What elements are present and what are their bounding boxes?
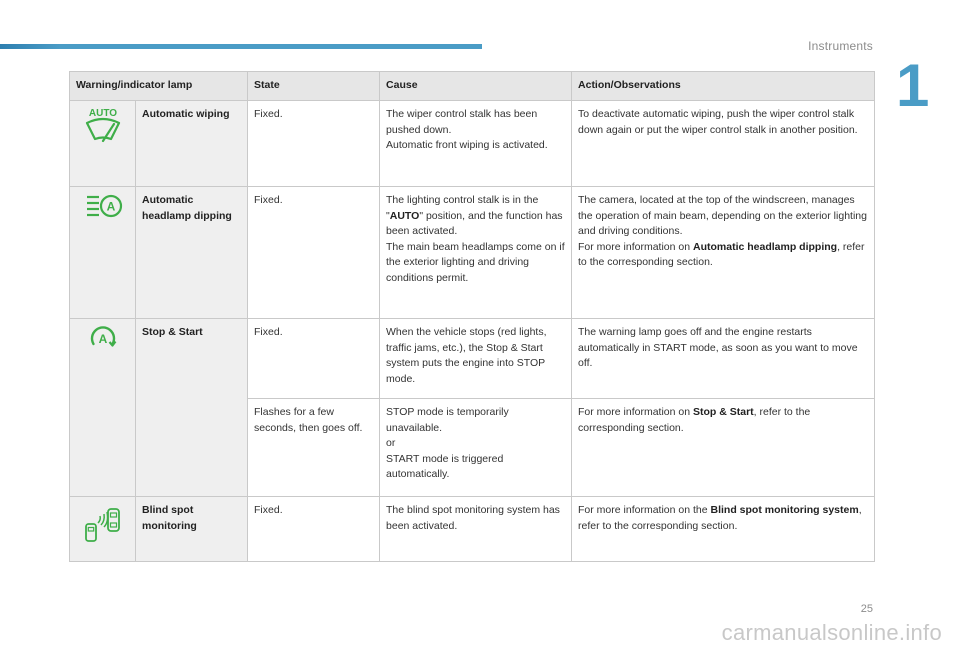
action-line: For more information on Automatic headla… xyxy=(578,240,868,271)
automatic-headlamp-dipping-icon: A xyxy=(86,194,122,218)
action-text: For more information on the xyxy=(578,504,711,516)
icon-cell: AUTO xyxy=(69,100,136,187)
action-cell: For more information on the Blind spot m… xyxy=(571,496,876,562)
header-state: State xyxy=(247,71,381,101)
lamp-name: Automatic wiping xyxy=(134,100,249,187)
cause-cell: The blind spot monitoring system has bee… xyxy=(379,496,573,562)
action-cell: The camera, located at the top of the wi… xyxy=(571,186,876,319)
cause-line: The wiper control stalk has been pushed … xyxy=(386,108,538,136)
cause-cell: The wiper control stalk has been pushed … xyxy=(379,100,573,187)
cause-line: or xyxy=(386,437,396,449)
cause-cell: STOP mode is temporarily unavailable. or… xyxy=(379,398,573,497)
header-cause: Cause xyxy=(379,71,573,101)
table-row: A Automatic headlamp dipping Fixed. The … xyxy=(69,186,876,319)
watermark: carmanualsonline.info xyxy=(721,620,942,645)
cause-line: STOP mode is temporarily unavailable. xyxy=(386,406,509,434)
icon-cell xyxy=(69,496,136,562)
page-number: 25 xyxy=(860,603,873,615)
cause-cell: When the vehicle stops (red lights, traf… xyxy=(379,318,573,399)
header-accent-bar xyxy=(0,44,482,49)
table-header-row: Warning/indicator lamp State Cause Actio… xyxy=(68,71,876,101)
headlamp-icon-text: A xyxy=(106,200,115,214)
blind-spot-monitoring-icon xyxy=(84,508,120,542)
action-cell: The warning lamp goes off and the engine… xyxy=(571,318,876,399)
state-cell: Flashes for a few seconds, then goes off… xyxy=(247,398,381,497)
cause-line: The main beam headlamps come on if the e… xyxy=(386,240,565,284)
stop-and-start-icon: A xyxy=(90,326,116,347)
table-row: Blind spot monitoring Fixed. The blind s… xyxy=(69,496,876,562)
cause-line: Automatic front wiping is activated. xyxy=(386,139,548,151)
cause-line: START mode is triggered automatically. xyxy=(386,452,504,481)
stop-start-icon-text: A xyxy=(98,332,107,346)
automatic-wiping-icon: AUTO xyxy=(85,108,120,143)
table-row: AUTO Automatic wiping Fixed. The wiper c… xyxy=(69,100,876,187)
action-line: The camera, located at the top of the wi… xyxy=(578,194,867,237)
action-bold-text: Blind spot monitoring system xyxy=(710,504,859,516)
action-bold-text: Stop & Start xyxy=(692,406,754,418)
header-warning-lamp: Warning/indicator lamp xyxy=(68,71,249,101)
action-text: For more information on xyxy=(578,406,693,418)
state-cell: Fixed. xyxy=(247,186,381,319)
cause-bold-text: AUTO xyxy=(389,209,420,222)
header-action: Action/Observations xyxy=(571,71,876,101)
warning-lamps-table: Warning/indicator lamp State Cause Actio… xyxy=(68,71,876,562)
state-cell: Fixed. xyxy=(247,318,381,399)
chapter-number: 1 xyxy=(896,52,930,119)
lamp-name: Blind spot monitoring xyxy=(134,496,249,562)
action-bold-text: Automatic headlamp dipping xyxy=(692,240,838,253)
table-row: A Stop & Start Fixed. When the vehicle s… xyxy=(69,318,876,497)
action-cell: To deactivate automatic wiping, push the… xyxy=(571,100,876,187)
section-title: Instruments xyxy=(808,39,873,53)
state-cell: Fixed. xyxy=(247,496,381,562)
auto-icon-text: AUTO xyxy=(88,108,116,119)
action-cell: For more information on Stop & Start, re… xyxy=(571,398,876,497)
lamp-name: Automatic headlamp dipping xyxy=(134,186,249,319)
cause-line: The lighting control stalk is in the "AU… xyxy=(386,193,565,240)
state-cell: Fixed. xyxy=(247,100,381,187)
action-text: For more information on xyxy=(578,240,693,253)
icon-cell: A xyxy=(69,186,136,319)
cause-cell: The lighting control stalk is in the "AU… xyxy=(379,186,573,319)
lamp-name: Stop & Start xyxy=(134,318,249,497)
header-accent-bar-fade xyxy=(0,44,60,49)
icon-cell: A xyxy=(69,318,136,497)
